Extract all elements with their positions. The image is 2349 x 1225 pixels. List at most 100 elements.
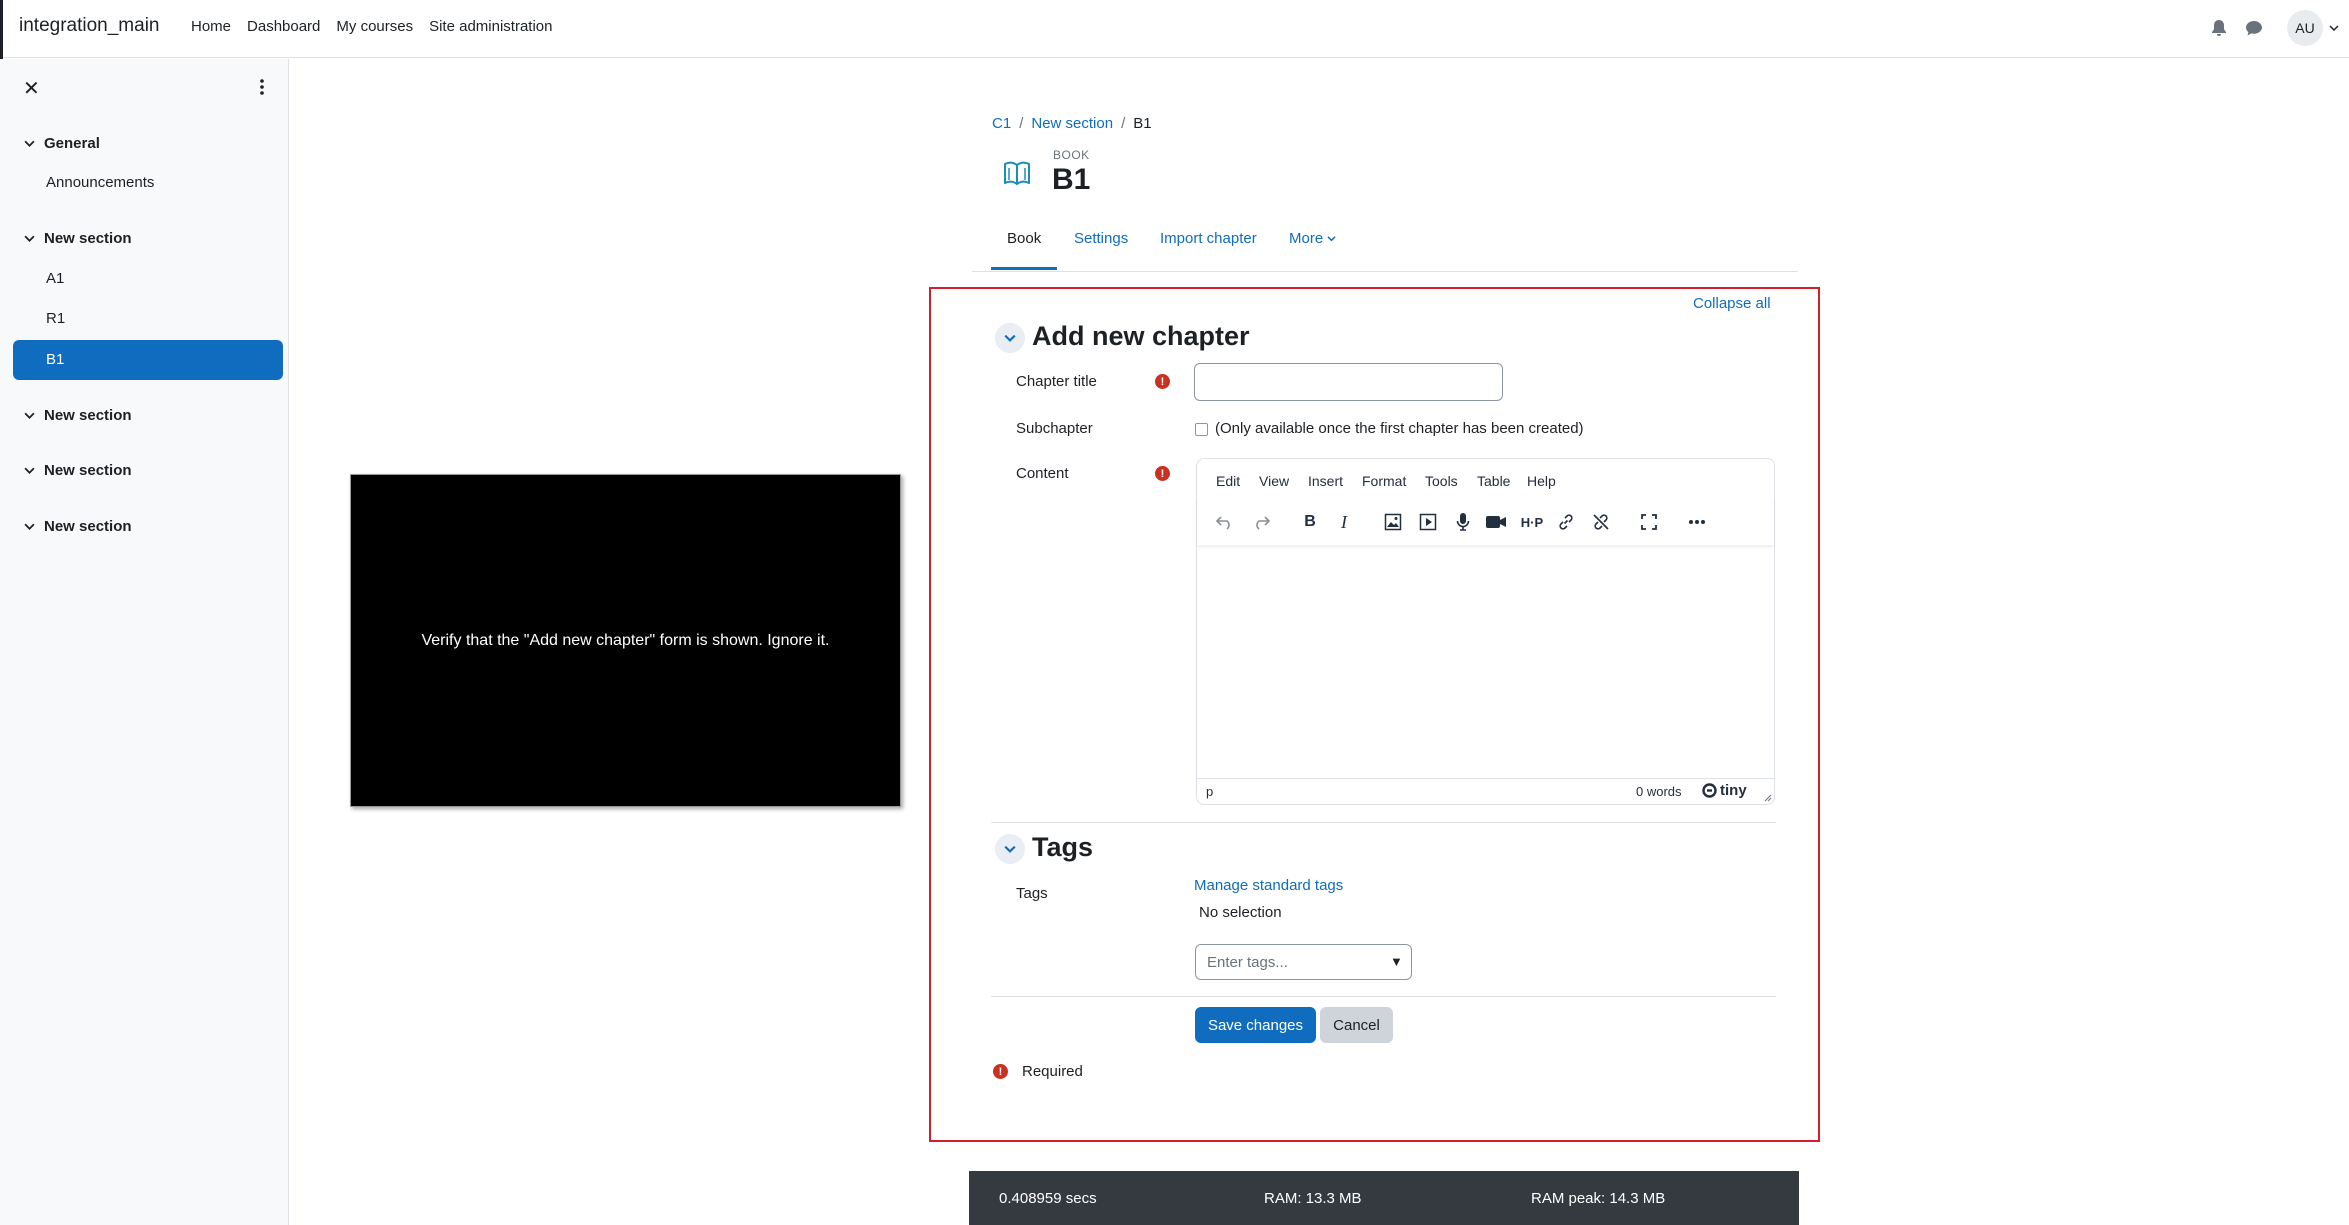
- more-options-icon[interactable]: [260, 78, 264, 96]
- video-caption: Verify that the "Add new chapter" form i…: [421, 631, 830, 649]
- tab-more[interactable]: More: [1289, 230, 1336, 247]
- cancel-button[interactable]: Cancel: [1320, 1007, 1393, 1043]
- unlink-icon[interactable]: [1589, 510, 1613, 534]
- course-section-general[interactable]: General: [24, 135, 100, 152]
- subchapter-label: Subchapter: [1016, 420, 1093, 437]
- tab-book[interactable]: Book: [1007, 230, 1041, 247]
- tags-placeholder: Enter tags...: [1207, 954, 1288, 971]
- chevron-down-icon[interactable]: [24, 138, 35, 149]
- tags-autocomplete[interactable]: Enter tags... ▼: [1195, 944, 1412, 980]
- top-navbar: integration_main Home Dashboard My cours…: [0, 0, 2349, 58]
- performance-info: 0.408959 secs RAM: 13.3 MB RAM peak: 14.…: [969, 1171, 1799, 1225]
- tags-label: Tags: [1016, 885, 1048, 902]
- chevron-down-icon[interactable]: [24, 410, 35, 421]
- resize-handle-icon[interactable]: [1764, 794, 1772, 802]
- video-camera-icon[interactable]: [1484, 510, 1508, 534]
- nav-dashboard[interactable]: Dashboard: [247, 18, 320, 35]
- section-title: New section: [44, 407, 132, 424]
- redo-icon[interactable]: [1249, 510, 1273, 534]
- breadcrumb-course[interactable]: C1: [992, 115, 1011, 132]
- editor-statusbar: p 0 words tiny: [1197, 778, 1774, 804]
- nav-home[interactable]: Home: [191, 18, 231, 35]
- page-title: B1: [1052, 163, 1091, 196]
- chevron-down-icon[interactable]: [24, 521, 35, 532]
- editor-menu-tools[interactable]: Tools: [1425, 473, 1458, 489]
- collapse-all-link[interactable]: Collapse all: [1693, 295, 1771, 312]
- chevron-down-icon[interactable]: [2329, 23, 2339, 33]
- activity-type-label: BOOK: [1053, 148, 1090, 162]
- course-item-b1-active[interactable]: B1: [13, 340, 283, 380]
- microphone-icon[interactable]: [1451, 510, 1475, 534]
- chapter-title-input[interactable]: [1194, 363, 1503, 401]
- tab-settings[interactable]: Settings: [1074, 230, 1128, 247]
- fullscreen-icon[interactable]: [1637, 510, 1661, 534]
- nav-my-courses[interactable]: My courses: [336, 18, 413, 35]
- editor-content-area[interactable]: [1197, 545, 1774, 780]
- word-count[interactable]: 0 words: [1636, 784, 1682, 799]
- element-path[interactable]: p: [1206, 784, 1213, 799]
- tiny-label: tiny: [1720, 782, 1747, 799]
- required-icon: !: [993, 1064, 1008, 1079]
- nav-site-administration[interactable]: Site administration: [429, 18, 552, 35]
- section-divider: [991, 996, 1776, 997]
- italic-icon[interactable]: I: [1332, 510, 1356, 534]
- chevron-down-icon: [1327, 236, 1336, 242]
- link-icon[interactable]: [1554, 510, 1578, 534]
- more-toolbar-icon[interactable]: [1685, 510, 1709, 534]
- site-name[interactable]: integration_main: [19, 15, 159, 37]
- course-section-new-section[interactable]: New section: [24, 407, 132, 424]
- course-item-announcements[interactable]: Announcements: [46, 174, 154, 191]
- h5p-icon[interactable]: H·P: [1519, 510, 1545, 534]
- editor-menu-view[interactable]: View: [1259, 473, 1289, 489]
- collapse-section-toggle[interactable]: [995, 323, 1025, 353]
- collapse-tags-toggle[interactable]: [995, 834, 1025, 864]
- section-title: New section: [44, 462, 132, 479]
- image-icon[interactable]: [1381, 510, 1405, 534]
- tiny-brand[interactable]: tiny: [1702, 782, 1747, 799]
- breadcrumb: C1 / New section / B1: [992, 115, 1152, 132]
- notifications-bell-icon[interactable]: [2211, 19, 2227, 37]
- messages-chat-icon[interactable]: [2245, 19, 2263, 37]
- section-title: New section: [44, 230, 132, 247]
- rich-text-editor: Edit View Insert Format Tools Table Help…: [1196, 458, 1775, 805]
- course-item-r1[interactable]: R1: [46, 310, 65, 327]
- undo-icon[interactable]: [1213, 510, 1237, 534]
- breadcrumb-section[interactable]: New section: [1031, 115, 1113, 132]
- dropdown-arrow-icon[interactable]: ▼: [1390, 954, 1403, 969]
- content-label: Content: [1016, 465, 1069, 482]
- required-icon: !: [1155, 374, 1170, 389]
- editor-menubar: Edit View Insert Format Tools Table Help: [1197, 459, 1774, 499]
- course-section-new-section[interactable]: New section: [24, 518, 132, 535]
- course-section-new-section[interactable]: New section: [24, 462, 132, 479]
- bold-icon[interactable]: B: [1298, 510, 1322, 534]
- course-item-a1[interactable]: A1: [46, 270, 64, 287]
- book-icon: [1004, 161, 1030, 185]
- save-changes-button[interactable]: Save changes: [1195, 1007, 1316, 1043]
- perf-ram-peak: RAM peak: 14.3 MB: [1531, 1190, 1666, 1207]
- course-index-drawer: ✕ General Announcements New section A1 R…: [0, 59, 289, 1225]
- perf-ram: RAM: 13.3 MB: [1264, 1190, 1362, 1207]
- required-icon: !: [1155, 466, 1170, 481]
- editor-menu-help[interactable]: Help: [1527, 473, 1556, 489]
- editor-menu-format[interactable]: Format: [1362, 473, 1406, 489]
- chevron-down-icon[interactable]: [24, 465, 35, 476]
- tab-import-chapter[interactable]: Import chapter: [1160, 230, 1257, 247]
- manage-standard-tags-link[interactable]: Manage standard tags: [1194, 877, 1343, 894]
- editor-menu-edit[interactable]: Edit: [1216, 473, 1240, 489]
- tiny-logo-icon: [1702, 783, 1717, 798]
- course-section-new-section[interactable]: New section: [24, 230, 132, 247]
- add-new-chapter-heading: Add new chapter: [1032, 321, 1250, 351]
- chevron-down-icon: [1004, 334, 1016, 342]
- section-title: New section: [44, 518, 132, 535]
- chapter-title-label: Chapter title: [1016, 373, 1097, 390]
- media-icon[interactable]: [1416, 510, 1440, 534]
- chevron-down-icon[interactable]: [24, 233, 35, 244]
- close-drawer-icon[interactable]: ✕: [23, 76, 40, 101]
- subchapter-checkbox[interactable]: [1195, 423, 1208, 436]
- breadcrumb-separator: /: [1121, 115, 1126, 132]
- secondary-navigation: Book Settings Import chapter More: [972, 222, 1798, 272]
- editor-toolbar: B I H·P: [1197, 499, 1774, 545]
- editor-menu-insert[interactable]: Insert: [1308, 473, 1343, 489]
- user-avatar[interactable]: AU: [2287, 10, 2323, 46]
- editor-menu-table[interactable]: Table: [1477, 473, 1510, 489]
